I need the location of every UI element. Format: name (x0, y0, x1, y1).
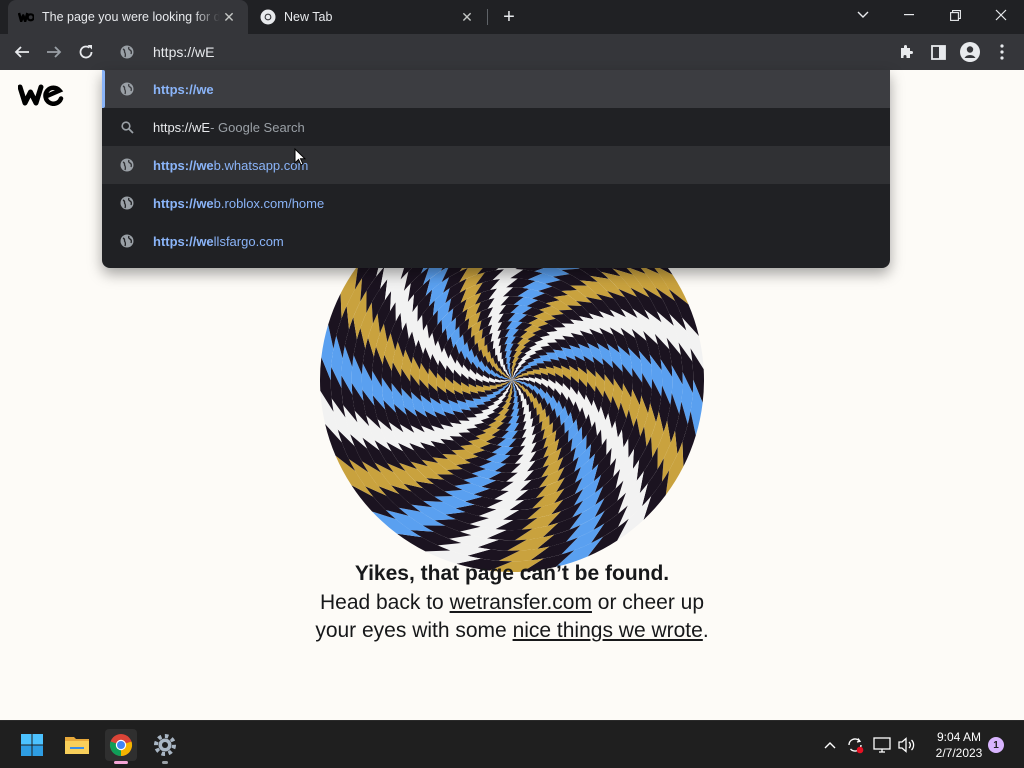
globe-icon (119, 158, 135, 172)
wetransfer-favicon-icon (18, 9, 34, 25)
globe-icon (119, 82, 135, 96)
mouse-cursor-icon (294, 148, 306, 166)
menu-kebab-icon[interactable] (988, 38, 1016, 66)
minimize-icon[interactable] (886, 0, 932, 30)
globe-icon (119, 196, 135, 210)
active-app-indicator (114, 761, 128, 764)
suggestion-item[interactable]: https://we b.roblox.com/home (102, 184, 890, 222)
address-bar-input[interactable] (153, 44, 753, 60)
tab-title: The page you were looking for d (42, 10, 220, 24)
sync-error-icon[interactable] (844, 733, 866, 757)
error-headline: Yikes, that page can’t be found. (354, 562, 670, 585)
windows-taskbar: 9:04 AM 2/7/2023 1 (0, 720, 1024, 768)
suggestion-match-text: https://wE (153, 119, 211, 135)
suggestion-match-text: https://we (153, 157, 214, 173)
tab-wetransfer[interactable]: The page you were looking for d ✕ (8, 0, 248, 34)
forward-arrow-icon[interactable] (40, 38, 68, 66)
profile-avatar-icon[interactable] (956, 38, 984, 66)
spiral-illustration (320, 268, 704, 572)
error-message: Yikes, that page can’t be found. Head ba… (300, 560, 724, 646)
volume-speaker-icon[interactable] (896, 733, 918, 757)
tab-search-chevron-icon[interactable] (840, 0, 886, 30)
notification-badge[interactable]: 1 (988, 737, 1004, 753)
extensions-puzzle-icon[interactable] (892, 38, 920, 66)
suggestion-item[interactable]: https://we llsfargo.com (102, 222, 890, 260)
file-explorer-icon[interactable] (61, 729, 93, 761)
error-text-prefix: Head back to (319, 590, 450, 614)
network-display-icon[interactable] (871, 733, 893, 757)
suggestion-match-text: https://we (153, 81, 214, 97)
close-tab-icon[interactable]: ✕ (220, 8, 238, 26)
chrome-icon (260, 9, 276, 25)
suggestion-item[interactable]: https://wE - Google Search (102, 108, 890, 146)
suggestion-match-text: https://we (153, 195, 214, 211)
omnibox-suggestions: https://we https://wE - Google Search ht… (102, 70, 890, 268)
nice-things-link[interactable]: nice things we wrote (513, 619, 703, 642)
windows-start-icon[interactable] (16, 729, 48, 761)
close-tab-icon[interactable]: ✕ (458, 8, 476, 26)
wetransfer-logo[interactable] (17, 84, 64, 111)
search-icon (119, 120, 135, 134)
reload-icon[interactable] (72, 38, 100, 66)
suggestion-item[interactable]: https://we (102, 70, 890, 108)
side-panel-icon[interactable] (924, 38, 952, 66)
wetransfer-home-link[interactable]: wetransfer.com (450, 591, 592, 614)
tab-new-tab[interactable]: New Tab ✕ (250, 0, 486, 34)
close-window-icon[interactable] (978, 0, 1024, 30)
settings-gear-icon[interactable] (149, 729, 181, 764)
back-arrow-icon[interactable] (8, 38, 36, 66)
suggestion-rest-text: - Google Search (210, 119, 305, 135)
tab-separator (487, 9, 488, 25)
new-tab-plus-icon[interactable]: + (498, 6, 520, 28)
tab-strip: The page you were looking for d ✕ New Ta… (0, 0, 1024, 34)
chrome-taskbar-icon[interactable] (105, 729, 137, 764)
tab-title: New Tab (284, 10, 333, 24)
selection-bar (102, 70, 105, 108)
show-hidden-icons-chevron-icon[interactable] (819, 733, 841, 757)
running-app-indicator (162, 761, 168, 764)
globe-icon (119, 234, 135, 248)
suggestion-rest-text: llsfargo.com (213, 233, 284, 249)
suggestion-item[interactable]: https://we b.whatsapp.com (102, 146, 890, 184)
omnibox[interactable] (102, 34, 890, 70)
suggestion-match-text: https://we (153, 233, 214, 249)
error-text-end: . (702, 619, 709, 642)
suggestion-rest-text: b.roblox.com/home (213, 195, 325, 211)
restore-icon[interactable] (932, 0, 978, 30)
globe-icon (119, 45, 135, 59)
